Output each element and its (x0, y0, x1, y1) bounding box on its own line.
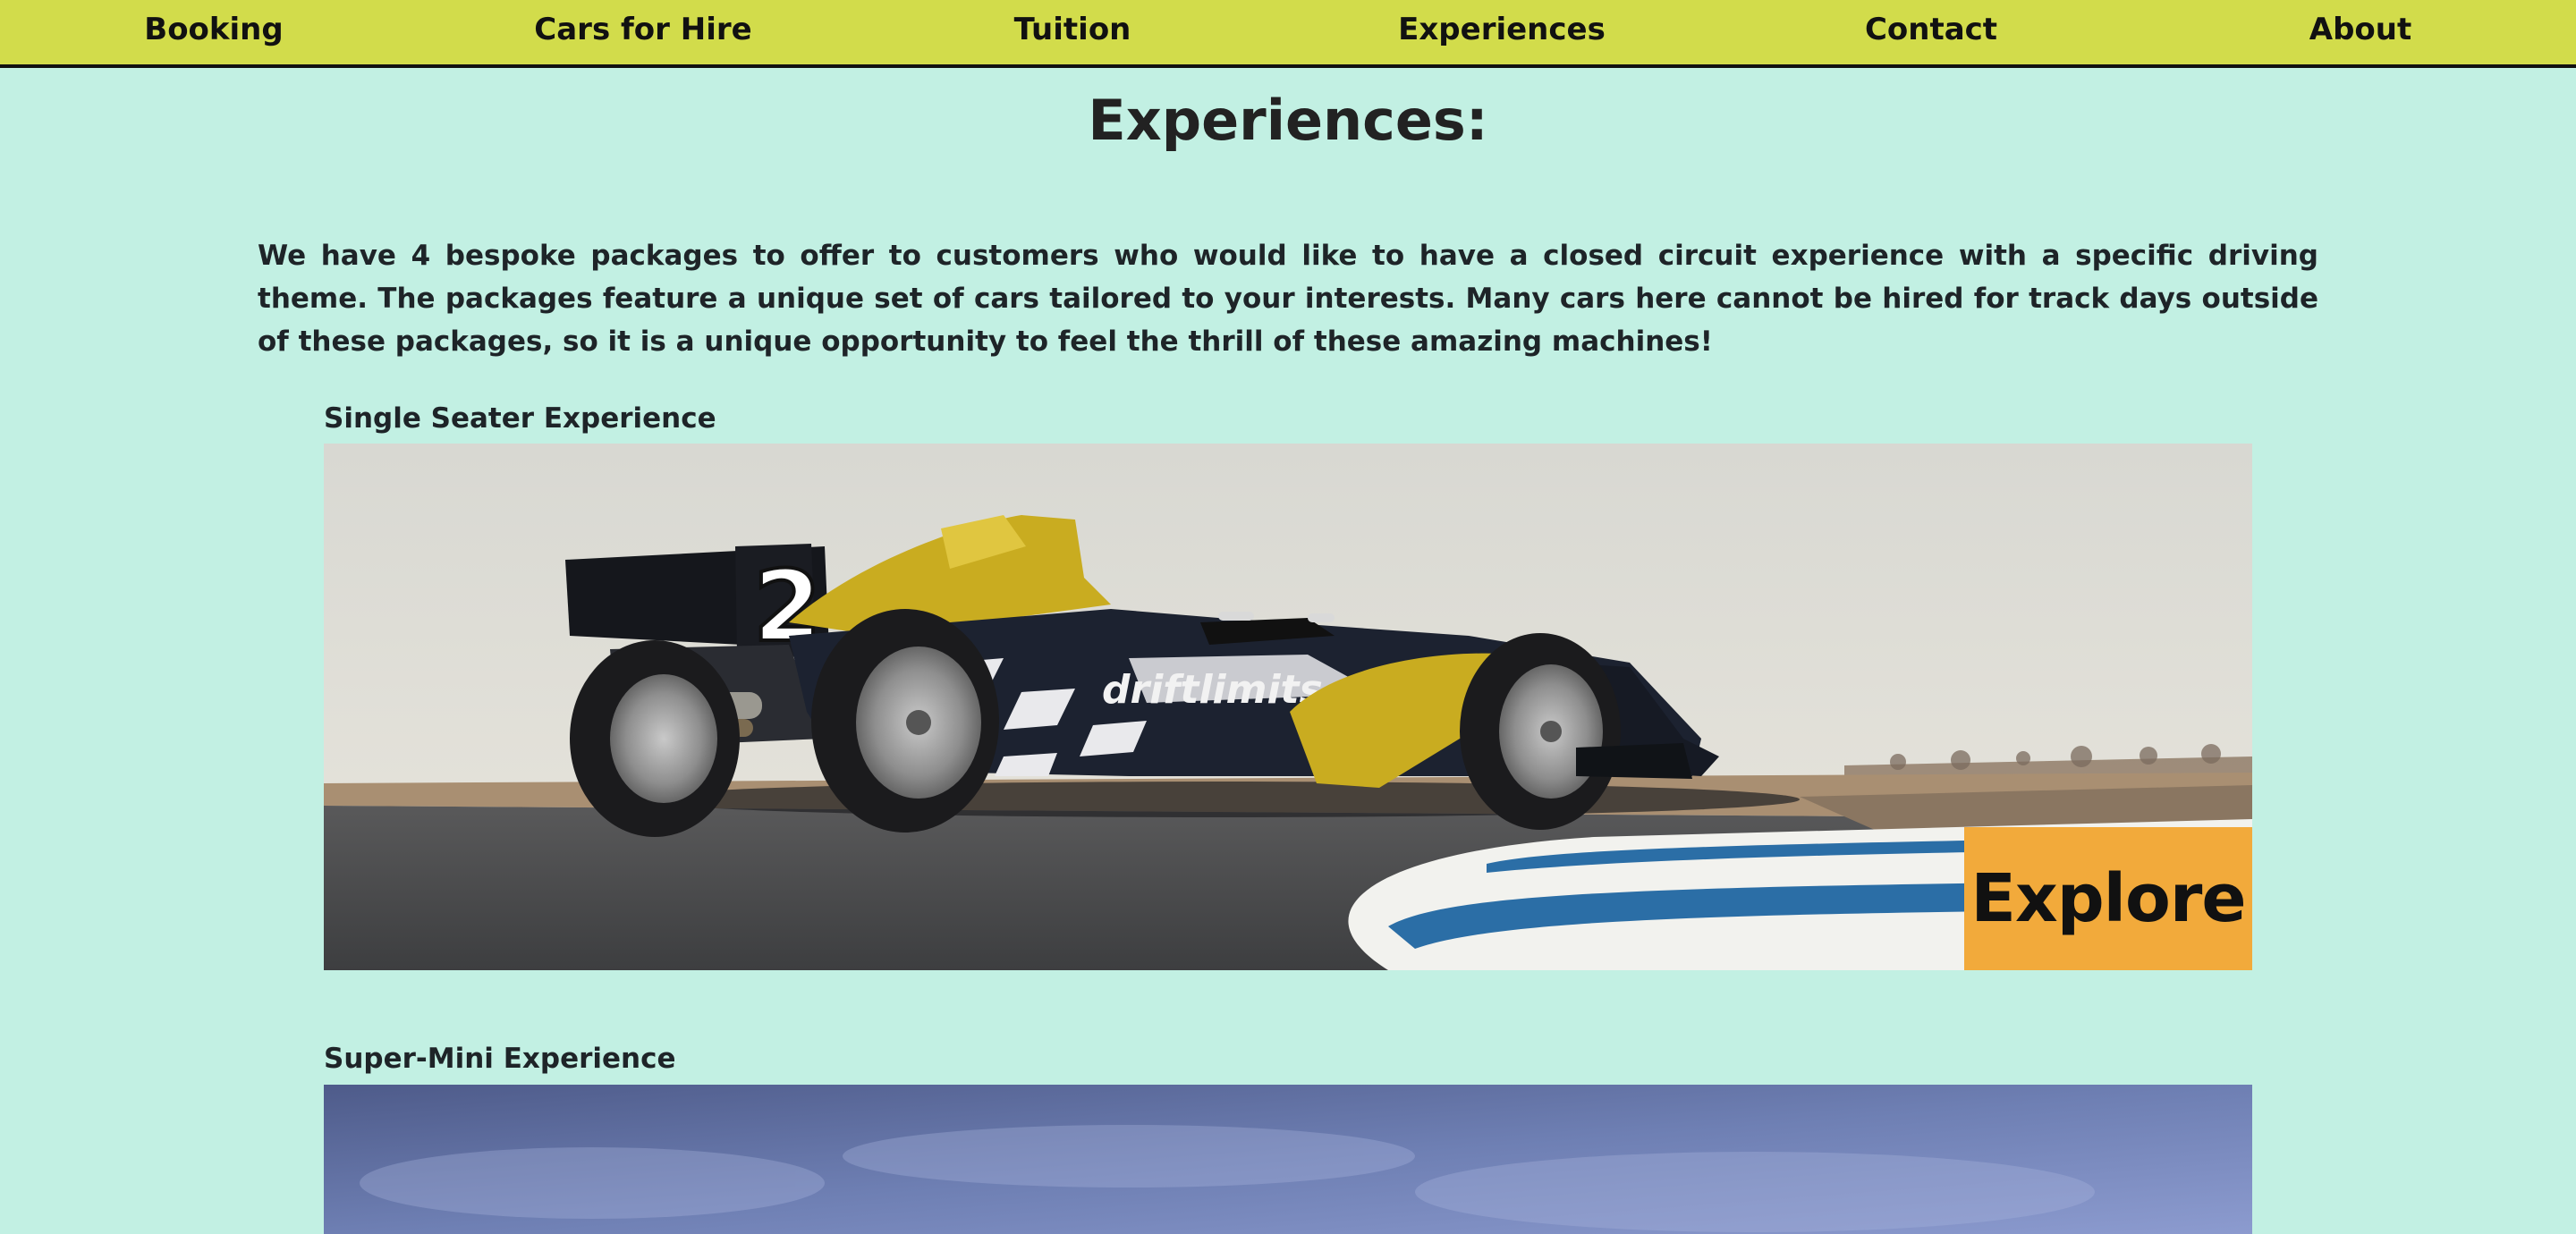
page-title: Experiences: (1088, 88, 1488, 153)
experience-title-super-mini: Super-Mini Experience (324, 1043, 676, 1075)
nav-about[interactable]: About (2309, 0, 2411, 59)
explore-button[interactable]: Explore (1964, 827, 2252, 970)
nav-cars-for-hire[interactable]: Cars for Hire (534, 0, 751, 59)
main-nav: Booking Cars for Hire Tuition Experience… (0, 0, 2576, 68)
nav-tuition[interactable]: Tuition (1014, 0, 1131, 59)
nav-contact[interactable]: Contact (1865, 0, 1997, 59)
super-mini-card[interactable] (324, 1085, 2252, 1234)
nav-booking[interactable]: Booking (144, 0, 283, 59)
rear-right-wheel (811, 609, 999, 833)
single-seater-card[interactable]: 2 driftlimits Explore (324, 444, 2252, 970)
front-right-wheel (1460, 633, 1621, 830)
single-seater-photo: 2 driftlimits (324, 444, 2252, 970)
nav-experiences[interactable]: Experiences (1398, 0, 1606, 59)
super-mini-photo (324, 1085, 2252, 1234)
rear-left-wheel (570, 640, 740, 837)
car-livery-text: driftlimits (1102, 667, 1323, 713)
experience-title-single-seater: Single Seater Experience (324, 402, 716, 435)
intro-paragraph: We have 4 bespoke packages to offer to c… (258, 240, 2318, 358)
